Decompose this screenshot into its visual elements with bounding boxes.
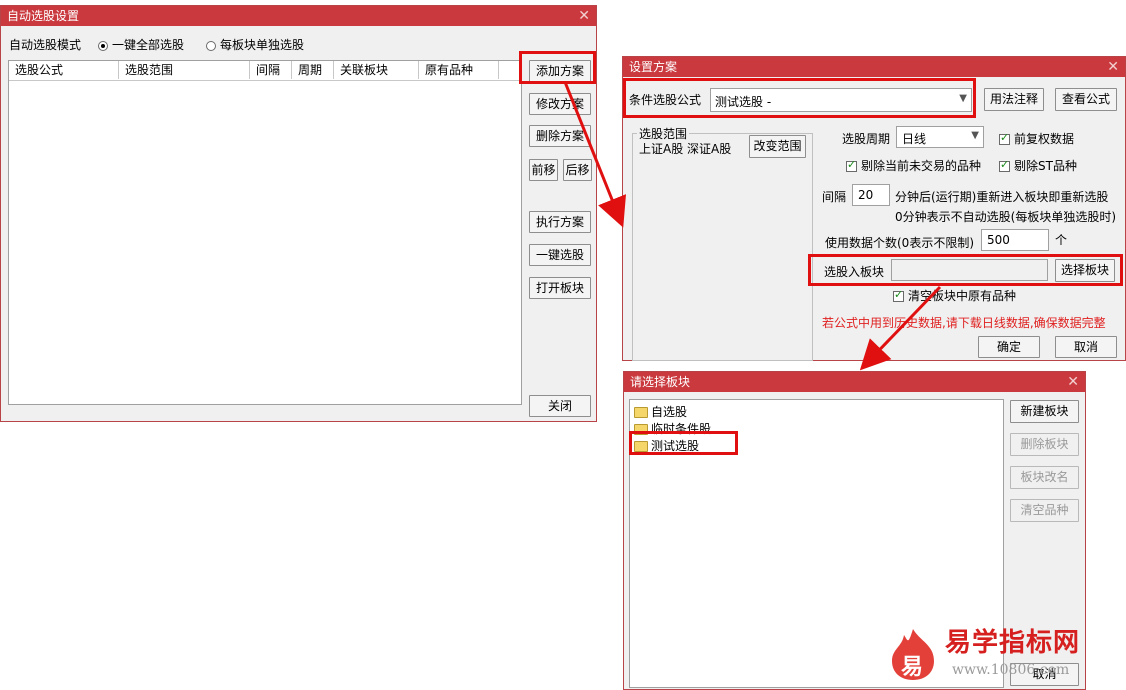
interval-input[interactable]: 20 (852, 184, 890, 206)
new-block-button[interactable]: 新建板块 (1010, 400, 1079, 423)
data-count-unit: 个 (1055, 233, 1068, 247)
exclude-st-checkbox[interactable]: 剔除ST品种 (999, 157, 1077, 174)
window-title: 自动选股设置 (7, 9, 80, 23)
title-bar: 设置方案 ✕ (623, 57, 1125, 77)
list-item[interactable]: 自选股 (634, 403, 687, 420)
interval-label: 间隔 (822, 190, 847, 204)
folder-icon (634, 407, 648, 418)
period-value: 日线 (902, 132, 927, 146)
move-down-button[interactable]: 后移 (563, 159, 592, 181)
logo-char: 易 (901, 655, 924, 680)
interval-note: 0分钟表示不自动选股(每板块单独选股时) (895, 210, 1116, 224)
period-select[interactable]: 日线 ▼ (896, 126, 984, 148)
checkbox-icon (999, 131, 1010, 145)
warning-text: 若公式中用到历史数据,请下载日线数据,确保数据完整 (822, 316, 1106, 330)
one-click-select-button[interactable]: 一键选股 (529, 244, 591, 266)
delete-block-button[interactable]: 删除板块 (1010, 433, 1079, 456)
prev-adjust-checkbox[interactable]: 前复权数据 (999, 130, 1074, 147)
col-range[interactable]: 选股范围 (119, 61, 250, 79)
table-header: 选股公式 选股范围 间隔 周期 关联板块 原有品种 (9, 61, 521, 81)
range-value: 上证A股 深证A股 (639, 142, 732, 156)
data-count-input[interactable]: 500 (981, 229, 1049, 251)
close-button[interactable]: 关闭 (529, 395, 591, 417)
highlight-test-block (629, 431, 738, 455)
col-linked-block[interactable]: 关联板块 (334, 61, 419, 79)
checkbox-icon (893, 288, 904, 302)
range-group (632, 133, 813, 361)
period-label: 选股周期 (842, 132, 891, 146)
rename-block-button[interactable]: 板块改名 (1010, 466, 1079, 489)
exclude-non-trading-checkbox[interactable]: 剔除当前未交易的品种 (846, 157, 981, 174)
close-icon[interactable]: ✕ (1107, 57, 1119, 77)
col-period[interactable]: 周期 (292, 61, 334, 79)
chevron-down-icon: ▼ (971, 130, 979, 141)
highlight-formula-row (623, 78, 976, 118)
mode-radio-per-block[interactable]: 每板块单独选股 (206, 36, 304, 53)
clear-items-button[interactable]: 清空品种 (1010, 499, 1079, 522)
highlight-block-row (808, 254, 1123, 286)
dialog-title: 设置方案 (629, 60, 678, 74)
radio-icon (98, 40, 108, 51)
data-count-label: 使用数据个数(0表示不限制) (825, 236, 974, 250)
col-interval[interactable]: 间隔 (250, 61, 292, 79)
change-range-button[interactable]: 改变范围 (749, 135, 806, 158)
title-bar: 自动选股设置 ✕ (1, 6, 596, 26)
highlight-add-button (519, 51, 596, 84)
view-formula-button[interactable]: 查看公式 (1055, 88, 1117, 111)
close-icon[interactable]: ✕ (1067, 372, 1079, 392)
execute-scheme-button[interactable]: 执行方案 (529, 211, 591, 233)
modify-scheme-button[interactable]: 修改方案 (529, 93, 591, 115)
radio-icon (206, 40, 216, 51)
watermark-logo: 易 (888, 627, 938, 681)
close-icon[interactable]: ✕ (578, 6, 590, 26)
interval-text: 分钟后(运行期)重新进入板块即重新选股 (895, 190, 1109, 204)
clear-block-checkbox[interactable]: 清空板块中原有品种 (893, 287, 1016, 304)
auto-select-window: 自动选股设置 ✕ 自动选股模式 一键全部选股 每板块单独选股 选股公式 选股范围… (0, 5, 597, 422)
ok-button[interactable]: 确定 (978, 336, 1040, 358)
watermark-url: www.10806.com (952, 662, 1070, 678)
delete-scheme-button[interactable]: 删除方案 (529, 125, 591, 147)
dialog-title: 请选择板块 (630, 375, 691, 389)
watermark-text: 易学指标网 (945, 628, 1081, 658)
col-original[interactable]: 原有品种 (419, 61, 499, 79)
checkbox-icon (999, 158, 1010, 172)
scheme-table[interactable]: 选股公式 选股范围 间隔 周期 关联板块 原有品种 (8, 60, 522, 405)
open-block-button[interactable]: 打开板块 (529, 277, 591, 299)
mode-label: 自动选股模式 (9, 38, 82, 52)
checkbox-icon (846, 158, 857, 172)
mode-radio-all[interactable]: 一键全部选股 (98, 36, 184, 53)
usage-notes-button[interactable]: 用法注释 (984, 88, 1044, 111)
cancel-button[interactable]: 取消 (1055, 336, 1117, 358)
move-up-button[interactable]: 前移 (529, 159, 558, 181)
title-bar: 请选择板块 ✕ (624, 372, 1085, 392)
col-formula[interactable]: 选股公式 (9, 61, 119, 79)
